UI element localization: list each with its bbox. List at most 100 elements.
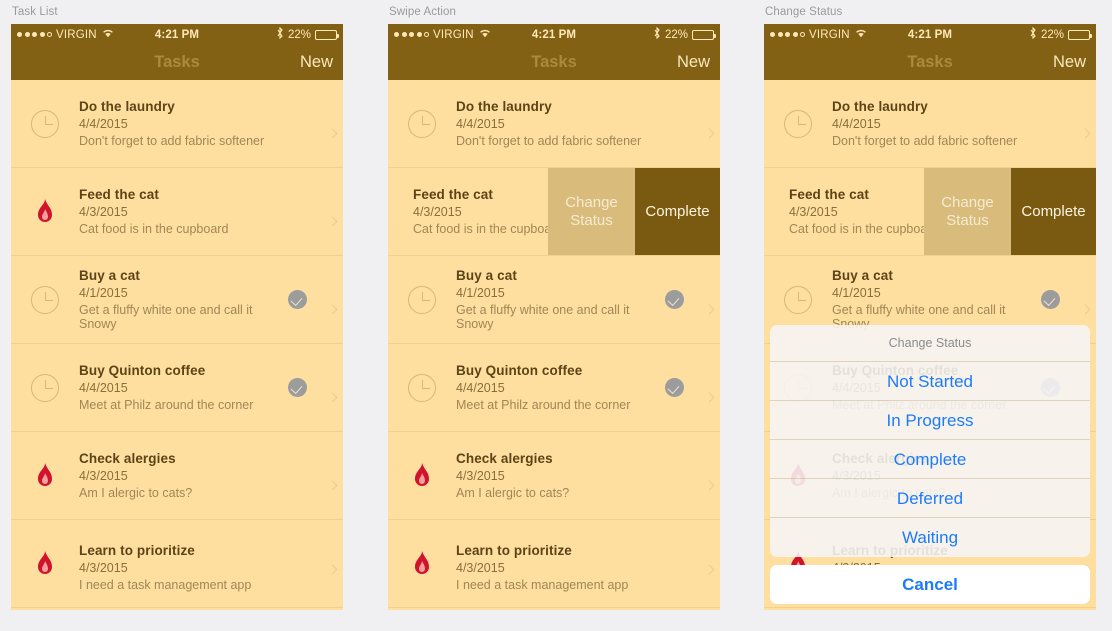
status-option-waiting[interactable]: Waiting bbox=[770, 518, 1090, 557]
task-note: Get a fluffy white one and call it Snowy bbox=[79, 303, 253, 331]
status-bar-left: VIRGIN bbox=[394, 28, 491, 41]
battery-icon bbox=[1068, 29, 1092, 40]
new-task-button[interactable]: New bbox=[1053, 53, 1086, 72]
panel-caption-task-list: Task List bbox=[12, 6, 58, 18]
clock-icon bbox=[388, 373, 456, 402]
clock-icon bbox=[388, 285, 456, 314]
complete-button[interactable]: Complete bbox=[635, 168, 720, 255]
clock-icon bbox=[11, 285, 79, 314]
task-title: Do the laundry bbox=[456, 99, 552, 114]
nav-bar: Tasks New bbox=[388, 45, 720, 80]
task-date: 4/4/2015 bbox=[456, 117, 505, 131]
panel-caption-change-status: Change Status bbox=[765, 6, 843, 18]
cancel-button[interactable]: Cancel bbox=[770, 565, 1090, 604]
chevron-right-icon bbox=[321, 110, 343, 139]
task-note: Don't forget to add fabric softener bbox=[456, 134, 642, 148]
carrier-label: VIRGIN bbox=[56, 28, 97, 41]
phone-screen-task-list: VIRGIN 4:21 PM 22% Tasks New Do the laun… bbox=[11, 24, 343, 610]
signal-strength-icon bbox=[770, 32, 805, 37]
chevron-right-icon bbox=[698, 110, 720, 139]
task-list: Do the laundry 4/4/2015 Don't forget to … bbox=[11, 80, 343, 610]
task-row[interactable]: Learn to prioritize 4/3/2015 I need a ta… bbox=[388, 520, 720, 608]
status-bar: VIRGIN 4:21 PM 22% bbox=[388, 24, 720, 45]
task-row[interactable]: Buy Quinton coffee 4/4/2015 Meet at Phil… bbox=[388, 344, 720, 432]
task-title: Check alergies bbox=[79, 451, 176, 466]
panel-change-status: Change Status VIRGIN 4:21 PM 22% Tasks N… bbox=[764, 0, 1096, 631]
new-task-button[interactable]: New bbox=[677, 53, 710, 72]
task-title: Buy Quinton coffee bbox=[79, 363, 206, 378]
task-row[interactable]: Buy Quinton coffee 4/4/2015 Meet at Phil… bbox=[11, 344, 343, 432]
action-sheet-title: Change Status bbox=[770, 325, 1090, 362]
flame-icon bbox=[388, 462, 456, 490]
task-title: Do the laundry bbox=[79, 99, 175, 114]
status-bar: VIRGIN 4:21 PM 22% bbox=[764, 24, 1096, 45]
task-date: 4/1/2015 bbox=[456, 286, 505, 300]
bluetooth-icon bbox=[653, 26, 661, 42]
task-date: 4/4/2015 bbox=[79, 117, 128, 131]
task-title: Do the laundry bbox=[832, 99, 928, 114]
clock-icon bbox=[11, 109, 79, 138]
task-date: 4/3/2015 bbox=[79, 469, 128, 483]
task-date: 4/3/2015 bbox=[79, 205, 128, 219]
task-date: 4/1/2015 bbox=[832, 286, 881, 300]
chevron-right-icon bbox=[321, 462, 343, 491]
chevron-right-icon bbox=[321, 554, 343, 575]
change-status-button[interactable]: Change Status bbox=[924, 168, 1011, 255]
battery-percent-label: 22% bbox=[1040, 28, 1064, 41]
bluetooth-icon bbox=[276, 26, 284, 42]
signal-strength-icon bbox=[17, 32, 52, 37]
clock-icon bbox=[764, 285, 832, 314]
chevron-right-icon bbox=[1074, 286, 1096, 315]
swipe-action-buttons: Change Status Complete bbox=[548, 168, 720, 255]
phone-screen-change-status: VIRGIN 4:21 PM 22% Tasks New Do the laun… bbox=[764, 24, 1096, 610]
task-row[interactable]: Do the laundry 4/4/2015 Don't forget to … bbox=[11, 80, 343, 168]
task-note: Don't forget to add fabric softener bbox=[832, 134, 1018, 148]
flame-icon bbox=[11, 198, 79, 226]
status-option-in-progress[interactable]: In Progress bbox=[770, 401, 1090, 440]
flame-icon bbox=[11, 462, 79, 490]
page-title: Tasks bbox=[531, 53, 577, 71]
task-date: 4/4/2015 bbox=[456, 381, 505, 395]
chevron-right-icon bbox=[321, 286, 343, 315]
swipe-action-buttons: Change Status Complete bbox=[924, 168, 1096, 255]
panel-swipe-action: Swipe Action VIRGIN 4:21 PM 22% Tasks Ne… bbox=[388, 0, 720, 631]
task-row[interactable]: Do the laundry 4/4/2015 Don't forget to … bbox=[764, 80, 1096, 168]
status-bar-right: 22% bbox=[653, 26, 716, 42]
task-row[interactable]: Do the laundry 4/4/2015 Don't forget to … bbox=[388, 80, 720, 168]
phone-screen-swipe-action: VIRGIN 4:21 PM 22% Tasks New Do the laun… bbox=[388, 24, 720, 610]
task-row-swiped[interactable]: Feed the cat 4/3/2015 Cat food is in the… bbox=[388, 168, 720, 256]
task-row[interactable]: Buy a cat 4/1/2015 Get a fluffy white on… bbox=[388, 256, 720, 344]
change-status-action-sheet: Change Status Not Started In Progress Co… bbox=[770, 325, 1090, 604]
signal-strength-icon bbox=[394, 32, 429, 37]
task-row[interactable]: Check alergies 4/3/2015 Am I alergic to … bbox=[11, 432, 343, 520]
task-note: Am I alergic to cats? bbox=[79, 486, 193, 500]
page-title: Tasks bbox=[907, 53, 953, 71]
nav-bar: Tasks New bbox=[764, 45, 1096, 80]
carrier-label: VIRGIN bbox=[809, 28, 850, 41]
status-bar-right: 22% bbox=[1029, 26, 1092, 42]
task-title: Buy a cat bbox=[456, 268, 517, 283]
task-row[interactable]: Buy a cat 4/1/2015 Get a fluffy white on… bbox=[11, 256, 343, 344]
status-option-not-started[interactable]: Not Started bbox=[770, 362, 1090, 401]
task-title: Learn to prioritize bbox=[456, 543, 572, 558]
status-option-complete[interactable]: Complete bbox=[770, 440, 1090, 479]
wifi-icon bbox=[479, 28, 491, 41]
change-status-label-line1: Change bbox=[941, 194, 994, 212]
task-row[interactable]: Learn to prioritize 4/3/2015 I need a ta… bbox=[11, 520, 343, 608]
task-row[interactable]: Feed the cat 4/3/2015 Cat food is in the… bbox=[11, 168, 343, 256]
task-note: I need a task management app bbox=[79, 578, 252, 592]
flame-icon bbox=[388, 550, 456, 578]
status-option-deferred[interactable]: Deferred bbox=[770, 479, 1090, 518]
change-status-button[interactable]: Change Status bbox=[548, 168, 635, 255]
task-row[interactable]: Check alergies 4/3/2015 Am I alergic to … bbox=[388, 432, 720, 520]
flame-icon bbox=[11, 550, 79, 578]
status-bar-left: VIRGIN bbox=[770, 28, 867, 41]
task-note: Cat food is in the cupboard bbox=[79, 222, 229, 236]
task-date: 4/3/2015 bbox=[456, 561, 505, 575]
complete-button[interactable]: Complete bbox=[1011, 168, 1096, 255]
chevron-right-icon bbox=[698, 374, 720, 403]
battery-icon bbox=[692, 29, 716, 40]
new-task-button[interactable]: New bbox=[300, 53, 333, 72]
change-status-label-line2: Status bbox=[570, 211, 613, 229]
task-row-swiped[interactable]: Feed the cat 4/3/2015 Cat food is in the… bbox=[764, 168, 1096, 256]
